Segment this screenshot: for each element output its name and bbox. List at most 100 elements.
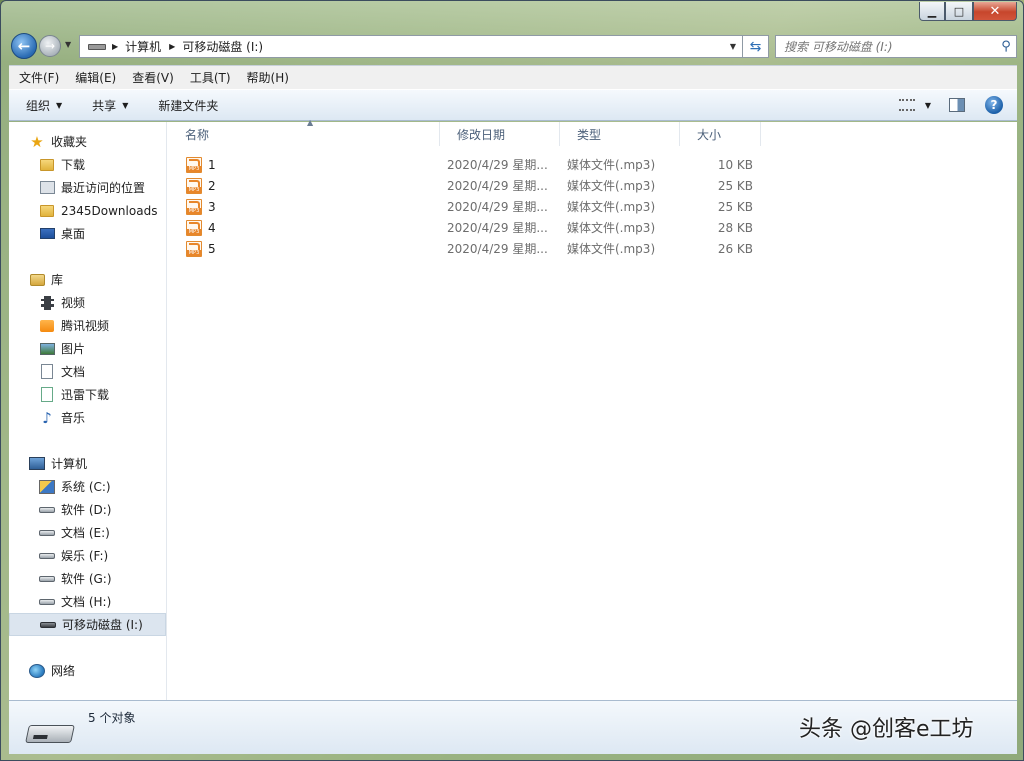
menu-edit[interactable]: 编辑(E) <box>65 69 122 86</box>
sidebar-item-drive-c[interactable]: 系统 (C:) <box>9 475 167 498</box>
search-icon[interactable]: ⚲ <box>996 39 1016 54</box>
file-row[interactable]: 3 2020/4/29 星期... 媒体文件(.mp3) 25 KB <box>168 196 1017 217</box>
column-header-size[interactable]: 大小 <box>680 122 761 146</box>
sidebar-item-drive-f[interactable]: 娱乐 (F:) <box>9 544 167 567</box>
column-header-name[interactable]: ▲ 名称 <box>168 118 440 146</box>
window-caption-buttons: ▁ □ ✕ <box>919 2 1017 21</box>
navigation-pane[interactable]: ★ 收藏夹 下载 最近访问的位置 2345Downloads 桌面 库 视频 腾… <box>9 122 167 700</box>
recent-pages-dropdown[interactable]: ▼ <box>65 40 71 49</box>
sidebar-item-drive-e[interactable]: 文档 (E:) <box>9 521 167 544</box>
share-button[interactable]: 共享 ▼ <box>75 97 141 114</box>
sidebar-item-drive-h[interactable]: 文档 (H:) <box>9 590 167 613</box>
file-name: 5 <box>208 241 216 256</box>
sidebar-item-label: 文档 <box>61 365 86 379</box>
sidebar-item-label: 网络 <box>51 664 76 678</box>
file-size: 28 KB <box>717 220 753 235</box>
explorer-window: ▁ □ ✕ ← → ▼ ▶ 计算机 ▶ 可移动磁盘 (I:) ▼ ⇆ ⚲ 文件(… <box>0 0 1024 761</box>
sidebar-item-documents[interactable]: 文档 <box>9 360 167 383</box>
picture-icon <box>39 342 55 355</box>
menu-tools[interactable]: 工具(T) <box>180 69 237 86</box>
column-header-date[interactable]: 修改日期 <box>440 122 560 146</box>
sidebar-item-2345downloads[interactable]: 2345Downloads <box>9 199 167 222</box>
sort-ascending-icon: ▲ <box>307 118 314 127</box>
minimize-button[interactable]: ▁ <box>919 2 945 21</box>
network-icon <box>29 663 45 678</box>
sidebar-item-pictures[interactable]: 图片 <box>9 337 167 360</box>
sidebar-item-libraries[interactable]: 库 <box>9 268 167 291</box>
chevron-down-icon: ▼ <box>122 100 129 110</box>
organize-label: 组织 <box>26 98 51 113</box>
sidebar-item-videos[interactable]: 视频 <box>9 291 167 314</box>
sidebar-item-label: 系统 (C:) <box>61 480 111 494</box>
new-folder-button[interactable]: 新建文件夹 <box>141 97 231 114</box>
file-name-cell[interactable]: 3 <box>186 196 216 217</box>
sidebar-item-computer[interactable]: 计算机 <box>9 452 167 475</box>
help-button[interactable]: ? <box>985 96 1003 114</box>
hard-drive-icon <box>39 506 55 513</box>
file-list[interactable]: ▲ 名称 修改日期 类型 大小 1 2020/4/29 星期... 媒体文件(.… <box>168 118 1017 700</box>
sidebar-item-drive-i[interactable]: 可移动磁盘 (I:) <box>9 613 166 636</box>
chevron-right-icon[interactable]: ▶ <box>169 42 175 51</box>
sidebar-item-drive-d[interactable]: 软件 (D:) <box>9 498 167 521</box>
menu-file[interactable]: 文件(F) <box>9 69 65 86</box>
sidebar-item-label: 最近访问的位置 <box>61 181 146 195</box>
file-size: 25 KB <box>717 178 753 193</box>
star-icon: ★ <box>30 132 44 151</box>
sidebar-item-label: 收藏夹 <box>51 135 88 149</box>
sidebar-item-tencent-video[interactable]: 腾讯视频 <box>9 314 167 337</box>
sidebar-item-desktop[interactable]: 桌面 <box>9 222 167 245</box>
chevron-down-icon[interactable]: ▼ <box>925 101 931 110</box>
file-name: 4 <box>208 220 216 235</box>
breadcrumb-computer[interactable]: 计算机 <box>125 38 161 55</box>
file-date: 2020/4/29 星期... <box>447 158 548 172</box>
preview-pane-button[interactable] <box>949 98 965 112</box>
search-input[interactable] <box>784 39 996 54</box>
close-button[interactable]: ✕ <box>973 2 1017 21</box>
sidebar-item-drive-g[interactable]: 软件 (G:) <box>9 567 167 590</box>
file-size: 10 KB <box>717 157 753 172</box>
computer-icon <box>29 457 45 470</box>
sidebar-item-label: 文档 (H:) <box>61 595 112 609</box>
desktop-icon <box>39 228 55 239</box>
sidebar-item-label: 计算机 <box>51 457 88 471</box>
address-history-dropdown[interactable]: ▼ <box>730 42 736 51</box>
chevron-down-icon: ▼ <box>56 100 63 110</box>
sidebar-item-favorites[interactable]: ★ 收藏夹 <box>9 130 167 153</box>
refresh-button[interactable]: ⇆ <box>743 35 769 58</box>
file-name: 1 <box>208 157 216 172</box>
sidebar-item-music[interactable]: ♪ 音乐 <box>9 406 167 429</box>
sidebar-item-label: 可移动磁盘 (I:) <box>62 618 143 632</box>
column-header-type[interactable]: 类型 <box>560 122 680 146</box>
forward-button[interactable]: → <box>39 35 61 57</box>
maximize-button[interactable]: □ <box>945 2 973 21</box>
hard-drive-icon <box>39 598 55 605</box>
sidebar-item-xunlei-downloads[interactable]: 迅雷下载 <box>9 383 167 406</box>
file-row[interactable]: 4 2020/4/29 星期... 媒体文件(.mp3) 28 KB <box>168 217 1017 238</box>
removable-drive-icon <box>25 725 75 743</box>
file-name-cell[interactable]: 2 <box>186 175 216 196</box>
file-name-cell[interactable]: 4 <box>186 217 216 238</box>
file-date: 2020/4/29 星期... <box>447 221 548 235</box>
sidebar-item-label: 库 <box>51 273 64 287</box>
menu-view[interactable]: 查看(V) <box>122 69 180 86</box>
sidebar-item-network[interactable]: 网络 <box>9 659 167 682</box>
mp3-file-icon <box>186 198 202 215</box>
change-view-button[interactable]: ▼ <box>898 99 931 111</box>
file-row[interactable]: 1 2020/4/29 星期... 媒体文件(.mp3) 10 KB <box>168 154 1017 175</box>
file-row[interactable]: 2 2020/4/29 星期... 媒体文件(.mp3) 25 KB <box>168 175 1017 196</box>
sidebar-item-label: 视频 <box>61 296 86 310</box>
organize-button[interactable]: 组织 ▼ <box>9 97 75 114</box>
file-name-cell[interactable]: 1 <box>186 154 216 175</box>
search-box[interactable]: ⚲ <box>775 35 1017 58</box>
file-name-cell[interactable]: 5 <box>186 238 216 259</box>
chevron-right-icon[interactable]: ▶ <box>112 42 118 51</box>
back-button[interactable]: ← <box>11 33 37 59</box>
sidebar-item-label: 迅雷下载 <box>61 388 110 402</box>
menu-help[interactable]: 帮助(H) <box>237 69 295 86</box>
sidebar-item-label: 音乐 <box>61 411 86 425</box>
address-bar[interactable]: ▶ 计算机 ▶ 可移动磁盘 (I:) ▼ <box>79 35 743 58</box>
sidebar-item-recent-places[interactable]: 最近访问的位置 <box>9 176 167 199</box>
file-row[interactable]: 5 2020/4/29 星期... 媒体文件(.mp3) 26 KB <box>168 238 1017 259</box>
breadcrumb-removable-disk[interactable]: 可移动磁盘 (I:) <box>182 38 263 55</box>
sidebar-item-downloads[interactable]: 下载 <box>9 153 167 176</box>
